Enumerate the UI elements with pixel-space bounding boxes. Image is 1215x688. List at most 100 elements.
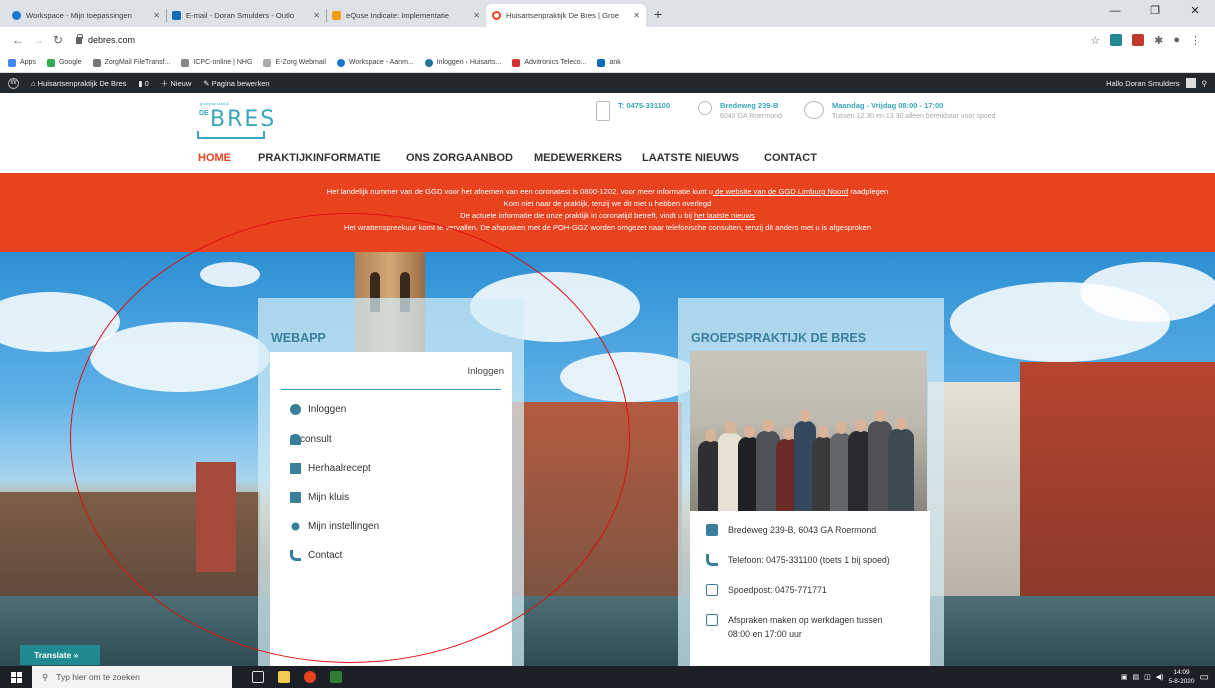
news-link[interactable]: het laatste nieuws — [694, 211, 755, 220]
file-explorer-icon[interactable] — [278, 671, 290, 683]
menu-item-inloggen[interactable]: Inloggen — [290, 404, 346, 415]
forward-icon[interactable]: → — [28, 33, 48, 47]
webapp-title: WEBAPP — [271, 331, 326, 345]
nav-ons-zorgaanbod[interactable]: ONS ZORGAANBOD — [406, 152, 513, 164]
nav-contact[interactable]: CONTACT — [764, 152, 817, 164]
team-member — [888, 417, 914, 511]
practice-phone[interactable]: Telefoon: 0475-331100 (toets 1 bij spoed… — [706, 553, 890, 567]
search-icon: ⚲ — [42, 671, 49, 682]
url-field[interactable]: debres.com — [76, 33, 1090, 45]
hero-building — [196, 462, 236, 572]
tab-title: Huisartsenpraktijk De Bres | Groe — [506, 11, 619, 20]
header-address: Bredeweg 239-B 6043 GA Roermond — [698, 101, 782, 120]
menu-icon[interactable]: ⋮ — [1190, 34, 1201, 47]
wp-edit-link[interactable]: ✎ Pagina bewerken — [203, 79, 269, 88]
wp-site-link[interactable]: ⌂ Huisartsenpraktijk De Bres — [31, 79, 126, 88]
menu-item-herhaalrecept[interactable]: Herhaalrecept — [290, 463, 371, 474]
menu-item-mijn-instellingen[interactable]: Mijn instellingen — [290, 521, 379, 532]
volume-icon[interactable]: ◀) — [1156, 673, 1164, 681]
back-icon[interactable]: ← — [8, 33, 28, 47]
phone-icon — [596, 101, 610, 121]
extension-icon[interactable] — [1110, 34, 1123, 46]
menu-item-e-consult[interactable]: E-consult — [290, 434, 332, 445]
extension-icon[interactable] — [1132, 34, 1145, 46]
bookmark-item[interactable]: Google — [46, 58, 82, 67]
start-button[interactable] — [0, 666, 32, 688]
nav-medewerkers[interactable]: MEDEWERKERS — [534, 152, 622, 164]
search-icon[interactable]: ⚲ — [1202, 79, 1208, 88]
hero-section: WEBAPP Inloggen Inloggen E-consult Herha… — [0, 252, 1215, 666]
wp-new-link[interactable]: ＋ Nieuw — [161, 78, 191, 89]
close-tab-icon[interactable]: ✕ — [633, 11, 640, 20]
nav-home[interactable]: HOME — [198, 152, 231, 164]
chrome-icon[interactable] — [304, 671, 316, 683]
banner-line: Het landelijk nummer van de GGD voor het… — [326, 187, 889, 196]
header-phone: T: 0475-331100 — [596, 101, 670, 121]
network-icon[interactable]: ◫ — [1144, 673, 1151, 681]
bookmark-item[interactable]: Apps — [8, 58, 36, 67]
bookmark-icon — [263, 58, 272, 67]
bookmark-item[interactable]: Advitronics Teleco... — [512, 58, 586, 67]
tab-title: Workspace - Mijn toepassingen — [26, 11, 132, 20]
new-tab-button[interactable]: + — [646, 4, 670, 27]
browser-tab-active[interactable]: Huisartsenpraktijk De Bres | Groe ✕ — [486, 4, 646, 27]
browser-tab[interactable]: Workspace - Mijn toepassingen ✕ — [6, 4, 166, 27]
puzzle-icon[interactable]: ✱ — [1154, 34, 1163, 47]
bookmark-item[interactable]: Inloggen ‹ Huisarts... — [424, 58, 501, 67]
maximize-icon[interactable]: ❐ — [1135, 0, 1175, 22]
system-tray: ▣ ▤ ◫ ◀) 14:09 5-8-2020 ▭ — [1121, 666, 1209, 688]
taskbar-search[interactable]: ⚲ Typ hier om te zoeken — [32, 666, 232, 688]
practice-emergency[interactable]: Spoedpost: 0475-771771 — [706, 583, 827, 597]
bookmark-item[interactable]: Workspace - Aanm... — [336, 58, 414, 67]
close-tab-icon[interactable]: ✕ — [473, 11, 480, 20]
tab-favicon-icon — [332, 11, 341, 20]
bookmark-item[interactable]: ICPC-online | NHG — [181, 58, 252, 67]
tray-icon[interactable]: ▤ — [1133, 673, 1140, 681]
nav-laatste-nieuws[interactable]: LAATSTE NIEUWS — [642, 152, 739, 164]
address-bar-row: ← → ↻ debres.com ☆ ✱ ● ⋮ — [0, 27, 1215, 53]
logo-name: BRES — [210, 107, 277, 132]
tray-icon[interactable]: ▣ — [1121, 673, 1128, 681]
user-circle-icon — [290, 404, 301, 415]
wordpress-icon[interactable]: W — [8, 77, 19, 89]
reload-icon[interactable]: ↻ — [48, 33, 68, 47]
banner-line: Het wrattenspreekuur komt te vervallen. … — [343, 223, 872, 232]
taskbar-apps — [252, 671, 342, 683]
menu-item-contact[interactable]: Contact — [290, 550, 342, 561]
hospital-icon — [706, 584, 718, 596]
clock[interactable]: 14:09 5-8-2020 — [1169, 668, 1195, 686]
site-logo[interactable]: groepspraktijk DE BRES — [197, 101, 274, 141]
bookmark-item[interactable]: E-Zorg Webmail — [263, 58, 326, 67]
browser-tabstrip: Workspace - Mijn toepassingen ✕ E-mail -… — [0, 0, 1215, 27]
profile-icon[interactable]: ● — [1173, 34, 1180, 46]
tab-favicon-icon — [12, 11, 21, 20]
logo-bracket — [197, 131, 265, 139]
menu-item-mijn-kluis[interactable]: Mijn kluis — [290, 492, 349, 503]
bookmark-icon — [92, 58, 101, 67]
hero-cloud — [90, 322, 270, 392]
window-controls: — ❐ ✕ — [1095, 0, 1215, 22]
translate-button[interactable]: Translate » — [20, 645, 100, 665]
close-tab-icon[interactable]: ✕ — [313, 11, 320, 20]
browser-tab[interactable]: eQuse Indicate: Implementatie ✕ — [326, 4, 486, 27]
extensions-bar: ☆ ✱ ● ⋮ — [1090, 34, 1201, 47]
app-icon[interactable] — [330, 671, 342, 683]
wordpress-icon — [424, 58, 433, 67]
wp-account[interactable]: Hallo Doran Smulders ⚲ — [1106, 73, 1207, 93]
notifications-icon[interactable]: ▭ — [1200, 672, 1209, 683]
task-view-icon[interactable] — [252, 671, 264, 683]
calendar-icon — [706, 614, 718, 626]
bookmark-item[interactable]: ZorgMail FileTransf... — [92, 58, 170, 67]
url-text: debres.com — [88, 35, 136, 45]
star-icon[interactable]: ☆ — [1090, 34, 1100, 47]
hero-buildings-center — [512, 402, 682, 602]
bookmark-item[interactable]: ank — [597, 58, 621, 67]
minimize-icon[interactable]: — — [1095, 0, 1135, 22]
hero-cloud — [1080, 262, 1215, 322]
wp-comments-link[interactable]: ▮ 0 — [138, 79, 148, 88]
close-window-icon[interactable]: ✕ — [1175, 0, 1215, 22]
nav-praktijkinformatie[interactable]: PRAKTIJKINFORMATIE — [258, 152, 381, 164]
ggd-link[interactable]: de website van de GGD Limburg Noord — [713, 187, 848, 196]
browser-tab[interactable]: E-mail - Doran Smulders - Outlo ✕ — [166, 4, 326, 27]
close-tab-icon[interactable]: ✕ — [153, 11, 160, 20]
